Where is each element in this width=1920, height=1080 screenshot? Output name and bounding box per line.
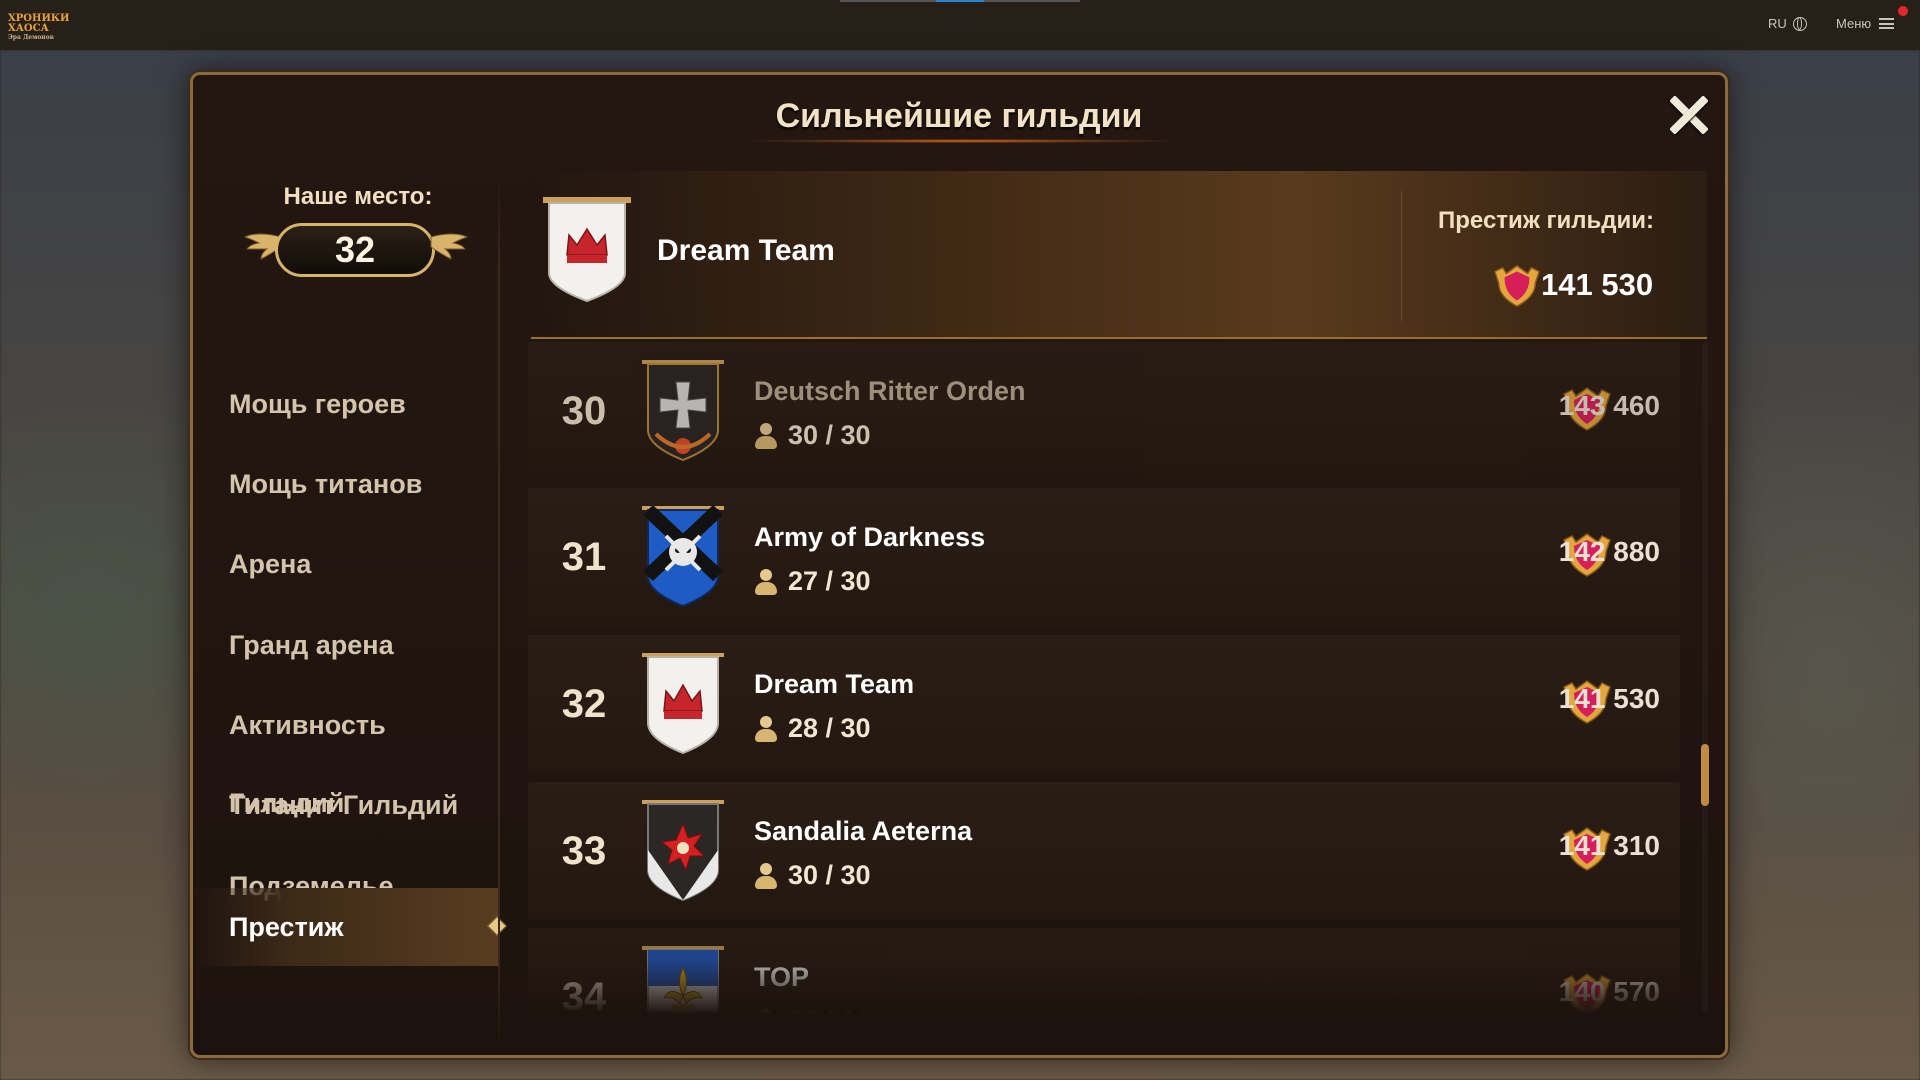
logo-title: ХРОНИКИ ХАОСА [8,13,70,34]
iron-cross-banner-icon [642,360,724,462]
member-count: 30 / 30 [788,1006,871,1014]
member-count: 28 / 30 [788,713,871,743]
crown-banner-icon [543,197,631,303]
guild-name: Dream Team [754,669,915,699]
guild-prestige: 143 460 [1558,390,1660,421]
table-row[interactable]: 34 TOP 30 / 30 140 570 [528,928,1680,1014]
globe-icon [1792,16,1807,31]
guild-prestige: 141 310 [1558,830,1660,861]
top-bar: ХРОНИКИ ХАОСА Эра Демонов RU Меню [0,0,1920,50]
logo-subtitle: Эра Демонов [8,34,54,41]
row-rank: 32 [561,682,607,726]
sidebar-item-guild-activity[interactable]: Активность Гильдий [193,686,499,818]
row-rank: 33 [561,829,607,873]
active-diamond-icon [487,916,507,936]
sidebar-item-arena[interactable]: Арена [193,525,499,603]
notification-dot [1898,6,1908,16]
tab-indicator-active [936,0,984,2]
our-place-badge: 32 [275,223,435,277]
our-guild-name: Dream Team [657,234,835,267]
member-icon [754,715,778,742]
table-row[interactable]: 33 Sandalia Aeterna 30 / 30 141 310 [528,782,1680,920]
guild-name: Sandalia Aeterna [754,816,973,846]
member-count: 30 / 30 [788,860,871,890]
wing-right-icon [430,233,469,260]
tab-indicator [984,0,1080,2]
scrollbar-track[interactable] [1702,342,1708,1012]
guild-prestige: 141 530 [1558,683,1660,714]
table-row[interactable]: 32 Dream Team 28 / 30 141 530 [528,635,1680,773]
sidebar-item-guild-titanite[interactable]: Титанит Гильдий [193,766,499,844]
row-rank: 31 [561,535,607,579]
fleur-de-lis-banner-icon [642,946,724,1014]
member-count: 30 / 30 [788,420,871,450]
scrollbar-thumb[interactable] [1701,744,1709,806]
sidebar-item-prestige[interactable]: Престиж [193,888,507,966]
guild-members: 28 / 30 [754,713,871,744]
guild-prestige: 140 570 [1558,976,1660,1007]
sidebar-item-grand-arena[interactable]: Гранд арена [193,606,499,684]
row-rank: 30 [561,389,607,433]
member-icon [754,1008,778,1014]
sidebar-divider [498,175,500,1045]
guild-members: 27 / 30 [754,566,871,597]
red-star-banner-icon [642,800,724,902]
guild-prestige-label: Престиж гильдии: [1438,207,1654,234]
menu-label: Меню [1836,16,1872,31]
sidebar-item-titan-power[interactable]: Мощь титанов [193,445,499,523]
guild-members: 30 / 30 [754,1006,871,1014]
guild-members: 30 / 30 [754,420,871,451]
crown-banner-icon [642,653,724,755]
guild-prestige-value: 141 530 [1541,267,1654,302]
table-row[interactable]: 30 Deutsch Ritter Orden 30 / 30 143 460 [528,342,1680,480]
language-label: RU [1768,16,1787,31]
guild-name: TOP [754,962,810,992]
prestige-icon [1493,264,1541,308]
guild-name: Army of Darkness [754,522,986,552]
sidebar-item-hero-power[interactable]: Мощь героев [193,365,499,443]
member-icon [754,422,778,449]
sidebar-item-label: Престиж [229,912,344,942]
panel-title: Сильнейшие гильдии [775,97,1143,135]
member-count: 27 / 30 [788,566,871,596]
close-button[interactable] [1667,93,1711,137]
our-place-label: Наше место: [283,183,433,210]
guild-members: 30 / 30 [754,860,871,891]
hamburger-icon [1879,18,1895,29]
guild-prestige: 142 880 [1558,536,1660,567]
guild-name: Deutsch Ritter Orden [754,376,1026,406]
row-rank: 34 [561,975,607,1014]
tab-indicator [840,0,936,2]
guild-ranking-list[interactable]: 30 Deutsch Ritter Orden 30 / 30 143 460 … [528,342,1680,1014]
title-underline [753,139,1173,143]
member-icon [754,862,778,889]
skull-crossbones-banner-icon [642,506,724,608]
our-guild-card: Dream Team Престиж гильдии: 141 530 [531,171,1707,339]
member-icon [754,568,778,595]
game-logo[interactable]: ХРОНИКИ ХАОСА Эра Демонов [8,13,84,42]
menu-button[interactable]: Меню [1836,16,1895,31]
language-selector[interactable]: RU [1768,16,1807,31]
table-row[interactable]: 31 Army of Darkness 27 / 30 142 880 [528,488,1680,626]
